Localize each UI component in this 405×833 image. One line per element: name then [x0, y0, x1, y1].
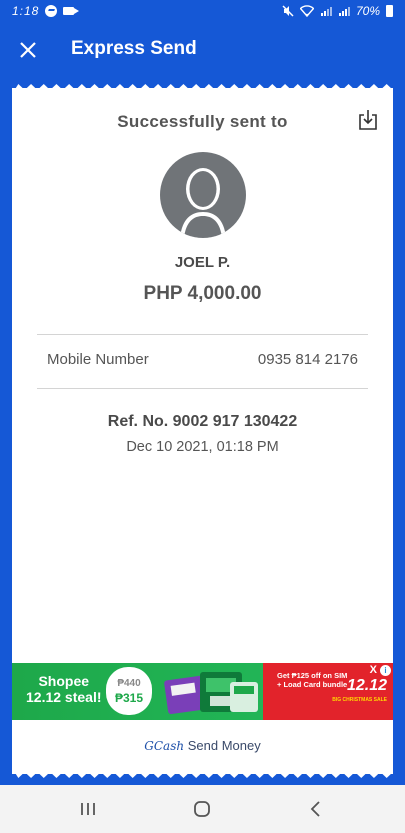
back-button[interactable]	[304, 797, 328, 821]
wifi-icon	[299, 5, 314, 17]
close-button[interactable]	[14, 36, 42, 64]
gcash-logo: GCash	[144, 739, 185, 753]
reference-number: Ref. No. 9002 917 130422	[107, 413, 298, 430]
ad-promo-text: Get ₱125 off on SIM + Load Card bundle	[277, 671, 348, 689]
close-icon	[20, 42, 36, 58]
ad-headline-line2: 12.12 steal!	[26, 689, 102, 705]
home-icon	[194, 801, 210, 817]
download-icon[interactable]	[358, 109, 378, 131]
signal-icon	[338, 7, 350, 16]
ad-promo-big: 12.12	[346, 677, 387, 694]
recent-apps-button[interactable]	[76, 797, 100, 821]
footer-brand: GCash Send Money	[12, 738, 393, 753]
ad-old-price: ₱440	[117, 678, 141, 689]
video-call-icon	[63, 7, 80, 15]
divider	[37, 388, 368, 389]
status-time: 1:18	[12, 4, 40, 18]
user-silhouette-icon	[180, 168, 226, 238]
status-bar-right: 70%	[282, 4, 393, 18]
signal-icon	[320, 7, 332, 16]
recent-apps-icon	[81, 803, 95, 815]
battery-percent: 70%	[355, 4, 380, 18]
sim-cards-image	[164, 672, 258, 715]
ad-close-button[interactable]: X	[370, 664, 377, 676]
footer-label: Send Money	[187, 738, 261, 753]
ad-banner[interactable]: Shopee 12.12 steal! ₱440 ₱315 Get ₱125 o…	[12, 663, 393, 720]
home-button[interactable]	[190, 797, 214, 821]
ad-price-tag: ₱440 ₱315	[106, 667, 152, 715]
messenger-icon	[45, 5, 58, 17]
system-nav-bar	[0, 785, 405, 833]
ad-headline-line1: Shopee	[38, 673, 90, 689]
amount: PHP 4,000.00	[143, 283, 262, 304]
receipt-card: Successfully sent to JOEL P. PHP 4,000.0…	[12, 88, 393, 774]
battery-icon	[386, 5, 393, 17]
ad-new-price: ₱315	[114, 691, 144, 705]
transaction-date: Dec 10 2021, 01:18 PM	[126, 439, 279, 455]
mute-icon	[282, 5, 294, 17]
mobile-number-value: 0935 814 2176	[257, 351, 358, 368]
receipt-heading: Successfully sent to	[117, 112, 288, 131]
recipient-name: JOEL P.	[174, 254, 231, 271]
divider	[37, 334, 368, 335]
status-bar: 1:18 70%	[0, 0, 405, 24]
ad-promo-small: BIG CHRISTMAS SALE	[332, 697, 387, 703]
avatar	[160, 152, 246, 238]
mobile-number-label: Mobile Number	[47, 351, 149, 368]
page-title: Express Send	[71, 38, 197, 59]
app-bar: Express Send	[0, 24, 405, 76]
adchoices-icon[interactable]: i	[380, 665, 391, 676]
status-bar-left: 1:18	[12, 4, 80, 18]
back-icon	[310, 801, 320, 817]
ad-headline: Shopee 12.12 steal!	[26, 673, 102, 705]
